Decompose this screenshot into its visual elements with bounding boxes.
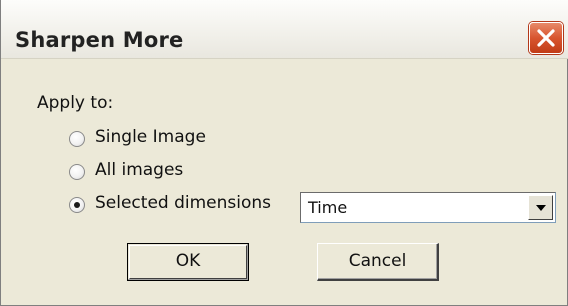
radio-all-images-label[interactable]: All images (95, 160, 183, 180)
dimension-select-value: Time (308, 198, 348, 217)
window-title: Sharpen More (15, 28, 184, 52)
title-bar[interactable]: Sharpen More (1, 0, 568, 59)
ok-button-label: OK (175, 251, 201, 271)
close-button[interactable] (529, 22, 563, 54)
radio-all-images[interactable] (69, 164, 85, 180)
close-icon (537, 29, 555, 47)
radio-selected-dimensions[interactable] (69, 197, 85, 213)
apply-to-label: Apply to: (37, 93, 114, 113)
chevron-down-icon (536, 205, 546, 211)
cancel-button[interactable]: Cancel (317, 243, 439, 281)
radio-selected-dimensions-label[interactable]: Selected dimensions (95, 193, 271, 213)
radio-single-image-label[interactable]: Single Image (95, 127, 206, 147)
sharpen-more-dialog: Sharpen More Apply to: Single Image All … (0, 0, 568, 306)
ok-button[interactable]: OK (127, 243, 249, 281)
radio-single-image[interactable] (69, 131, 85, 147)
dimension-select[interactable]: Time (300, 192, 556, 223)
dimension-select-dropdown-button[interactable] (528, 195, 553, 220)
radio-selected-dot (74, 202, 80, 208)
